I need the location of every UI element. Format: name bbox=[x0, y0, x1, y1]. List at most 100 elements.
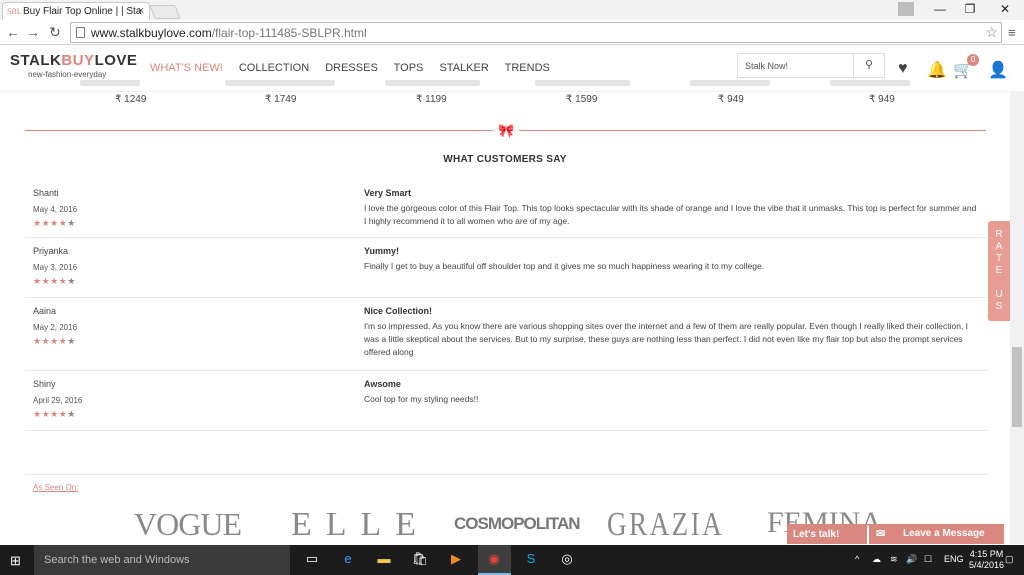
nav-trends[interactable]: TRENDS bbox=[505, 62, 550, 74]
reviewer-name: Aaina bbox=[33, 306, 57, 316]
network-icon[interactable]: ☁ bbox=[872, 554, 881, 565]
review-text: I love the gorgeous color of this Flair … bbox=[364, 203, 977, 226]
profile-icon[interactable] bbox=[898, 2, 914, 16]
reviewer-name: Shanti bbox=[33, 188, 59, 198]
product-name bbox=[225, 80, 335, 86]
chrome-icon: ◉ bbox=[488, 551, 500, 566]
rating-stars: ★★★★★ bbox=[33, 218, 76, 228]
divider bbox=[25, 474, 987, 475]
clock-date: 5/4/2016 bbox=[969, 560, 1005, 570]
rate-us-tab[interactable]: RATEUS bbox=[988, 221, 1010, 321]
edge-icon[interactable]: e bbox=[337, 551, 359, 569]
section-divider-left bbox=[25, 130, 493, 131]
wifi-icon[interactable]: ≋ bbox=[890, 554, 898, 565]
brand-logo-grazia: GRAZIA bbox=[607, 506, 725, 543]
review-date: May 3, 2016 bbox=[33, 263, 78, 272]
taskbar-clock[interactable]: 4:15 PM 5/4/2016 bbox=[969, 549, 1004, 571]
product-price: ₹ 1749 bbox=[265, 94, 297, 105]
close-window-button[interactable]: ✕ bbox=[990, 0, 1020, 20]
search-input[interactable]: Stalk Now! bbox=[745, 61, 788, 71]
store-icon[interactable]: 🛍 bbox=[409, 551, 431, 569]
reviewer-name: Priyanka bbox=[33, 246, 69, 256]
file-explorer-icon[interactable]: ▬ bbox=[373, 551, 395, 569]
brand-logo-cosmopolitan: COSMOPOLITAN bbox=[454, 514, 581, 533]
clock-time: 4:15 PM bbox=[969, 549, 1004, 559]
wishlist-heart-icon[interactable]: ♥ bbox=[898, 60, 908, 78]
review-title: Nice Collection! bbox=[364, 306, 433, 316]
app-icon[interactable]: ◎ bbox=[556, 551, 578, 569]
logo-love: LOVE bbox=[94, 52, 138, 69]
product-price: ₹ 949 bbox=[869, 94, 895, 105]
product-name bbox=[385, 80, 480, 86]
windows-taskbar: ⊞ Search the web and Windows ▭ e ▬ 🛍 ▶ ◉… bbox=[0, 545, 1024, 575]
brand-logo-elle: ELLE bbox=[291, 506, 431, 543]
page-icon bbox=[76, 27, 85, 38]
review-date: May 4, 2016 bbox=[33, 205, 78, 214]
nav-collection[interactable]: COLLECTION bbox=[239, 62, 309, 74]
minimize-button[interactable]: — bbox=[925, 0, 955, 20]
bookmark-star-icon[interactable]: ☆ bbox=[985, 24, 998, 41]
site-search[interactable]: Stalk Now! ⚲ bbox=[737, 53, 885, 78]
main-nav: WHAT'S NEW! COLLECTION DRESSES TOPS STAL… bbox=[150, 62, 563, 74]
product-name bbox=[690, 80, 770, 86]
browser-tab[interactable]: SBL Buy Flair Top Online | | Sta × bbox=[2, 2, 150, 20]
leave-message-button[interactable]: ✉ Leave a Message bbox=[869, 524, 1004, 544]
url-path: /flair-top-111485-SBLPR.html bbox=[211, 26, 367, 40]
taskbar-search-input[interactable]: Search the web and Windows bbox=[34, 545, 290, 575]
account-icon[interactable]: 👤 bbox=[988, 60, 1008, 80]
lets-talk-button[interactable]: Let's talk! bbox=[787, 524, 867, 544]
screen: SBL Buy Flair Top Online | | Sta × — ❐ ✕… bbox=[0, 0, 1024, 575]
product-name bbox=[80, 80, 140, 86]
media-player-icon[interactable]: ▶ bbox=[445, 551, 467, 569]
product-price: ₹ 1199 bbox=[416, 94, 447, 105]
maximize-button[interactable]: ❐ bbox=[955, 0, 985, 20]
chrome-menu-icon[interactable]: ≡ bbox=[1008, 25, 1016, 40]
tab-title: Buy Flair Top Online | | Sta bbox=[23, 6, 142, 17]
nav-stalker[interactable]: STALKER bbox=[439, 62, 488, 74]
logo-stalk: STALK bbox=[10, 52, 62, 69]
site-favicon: SBL bbox=[7, 7, 22, 16]
reload-icon[interactable]: ↻ bbox=[46, 24, 64, 41]
product-price: ₹ 949 bbox=[718, 94, 744, 105]
notifications-icon[interactable]: ▢ bbox=[1005, 554, 1014, 565]
action-center-icon[interactable]: ☐ bbox=[924, 554, 932, 565]
review-date: April 29, 2016 bbox=[33, 396, 83, 405]
language-indicator[interactable]: ENG bbox=[944, 554, 964, 564]
windows-start-icon[interactable]: ⊞ bbox=[10, 553, 21, 569]
brand-logo-vogue: VOGUE bbox=[134, 506, 242, 542]
review-item: Priyanka May 3, 2016 ★★★★★ Yummy! Finall… bbox=[25, 238, 987, 298]
review-title: Awsome bbox=[364, 379, 401, 389]
volume-icon[interactable]: 🔊 bbox=[906, 554, 917, 565]
site-tagline: new-fashion-everyday bbox=[28, 70, 107, 79]
skype-icon[interactable]: S bbox=[520, 551, 542, 569]
tray-chevron-icon[interactable]: ^ bbox=[855, 554, 859, 564]
review-date: May 2, 2016 bbox=[33, 323, 78, 332]
rating-stars: ★★★★★ bbox=[33, 409, 76, 419]
nav-whats-new[interactable]: WHAT'S NEW! bbox=[150, 62, 223, 74]
review-item: Shanti May 4, 2016 ★★★★★ Very Smart I lo… bbox=[25, 180, 987, 238]
address-bar[interactable]: www.stalkbuylove.com/flair-top-111485-SB… bbox=[70, 22, 1002, 43]
new-tab-button[interactable] bbox=[149, 5, 181, 19]
nav-dresses[interactable]: DRESSES bbox=[325, 62, 378, 74]
section-divider-right bbox=[519, 130, 986, 131]
site-logo[interactable]: STALKBUYLOVE bbox=[10, 52, 137, 69]
review-title: Yummy! bbox=[364, 246, 400, 256]
notification-bell-icon[interactable]: 🔔 bbox=[927, 60, 947, 80]
mail-icon: ✉ bbox=[876, 528, 886, 540]
review-text: Finally I get to buy a beautiful off sho… bbox=[364, 261, 765, 271]
review-title: Very Smart bbox=[364, 188, 412, 198]
scrollbar-thumb[interactable] bbox=[1012, 347, 1022, 427]
forward-icon[interactable]: → bbox=[24, 24, 42, 40]
url-host: www.stalkbuylove.com bbox=[91, 26, 212, 40]
cart-count-badge: 0 bbox=[967, 54, 979, 66]
product-price: ₹ 1599 bbox=[566, 94, 598, 105]
browser-toolbar: ← → ↻ www.stalkbuylove.com/flair-top-111… bbox=[0, 20, 1024, 45]
tab-close-icon[interactable]: × bbox=[138, 5, 144, 17]
nav-tops[interactable]: TOPS bbox=[394, 62, 424, 74]
review-item: Shiny April 29, 2016 ★★★★★ Awsome Cool t… bbox=[25, 371, 987, 431]
search-icon[interactable]: ⚲ bbox=[853, 54, 884, 77]
review-item: Aaina May 2, 2016 ★★★★★ Nice Collection!… bbox=[25, 298, 987, 371]
page-scrollbar[interactable] bbox=[1010, 92, 1024, 544]
task-view-icon[interactable]: ▭ bbox=[301, 551, 323, 569]
back-icon[interactable]: ← bbox=[4, 24, 22, 40]
